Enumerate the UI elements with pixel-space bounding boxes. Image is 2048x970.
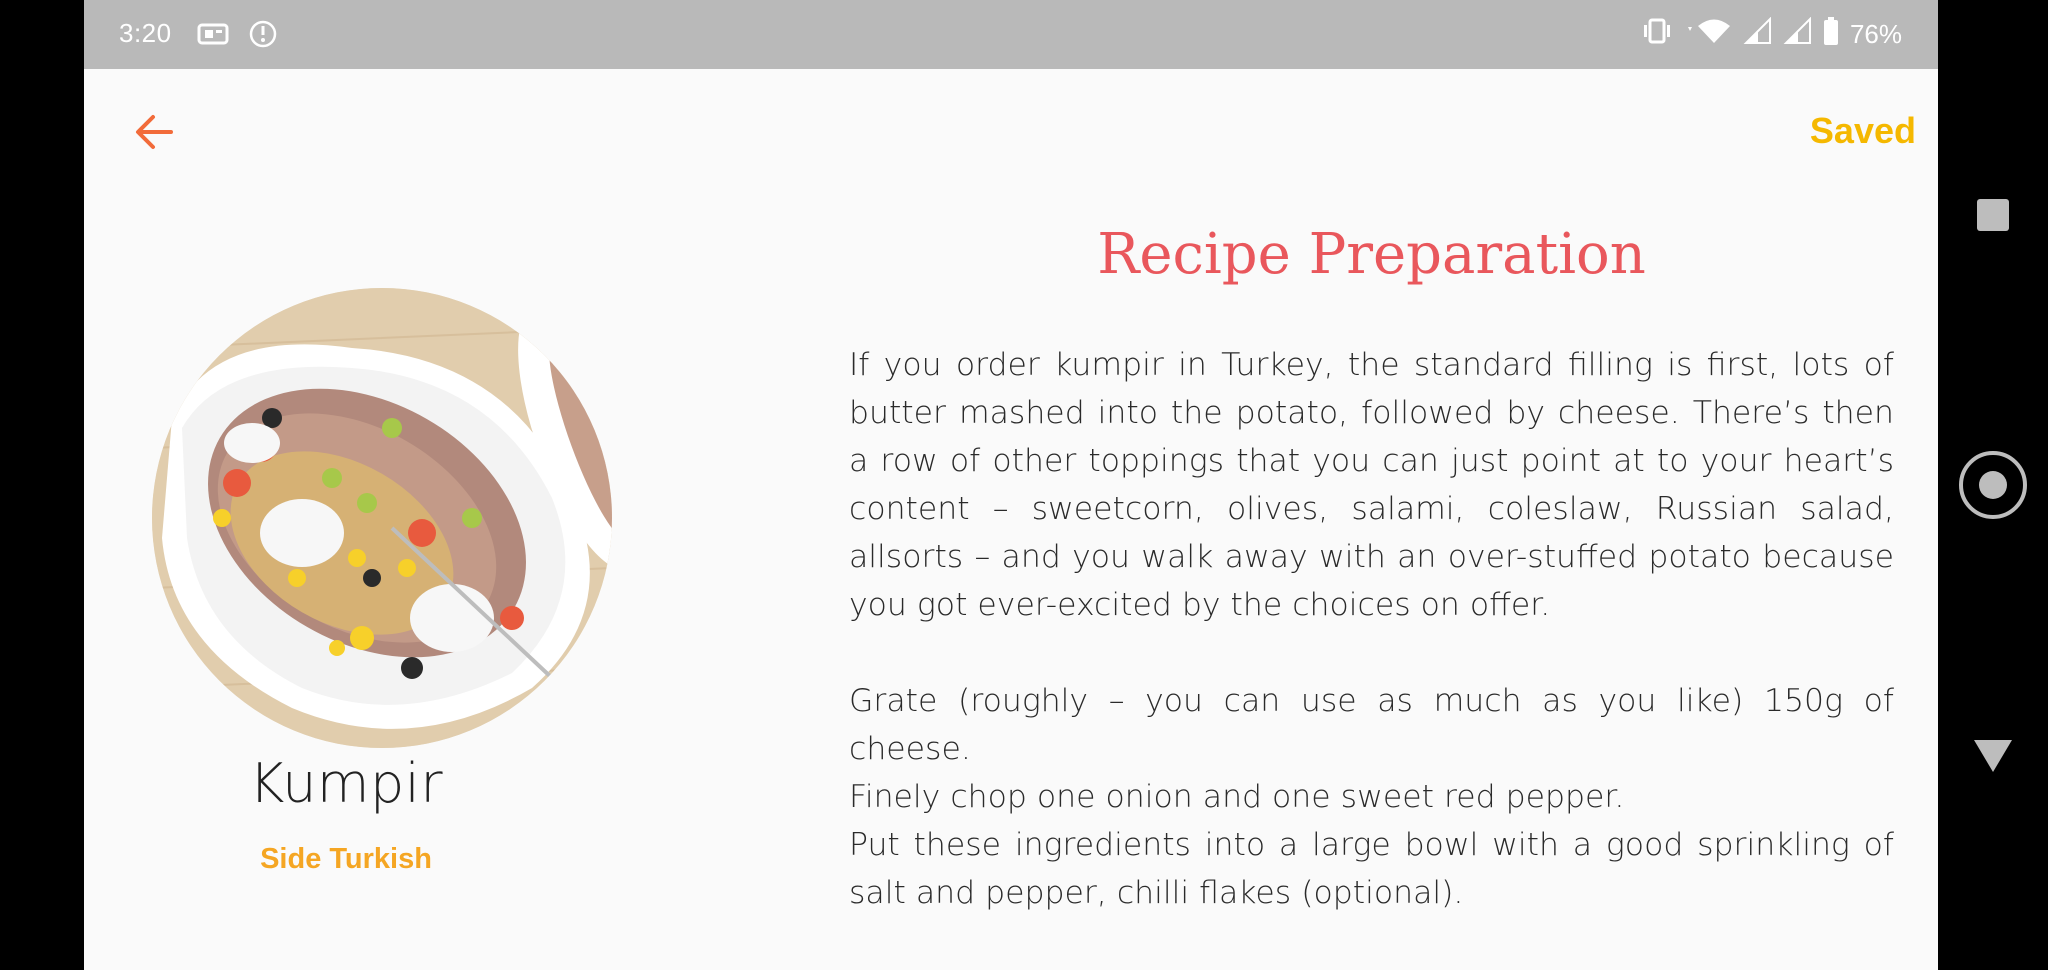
- signal-icon: [1782, 16, 1812, 52]
- recipe-step: Finely chop one onion and one sweet red …: [849, 779, 1625, 815]
- battery-percent: 76%: [1849, 19, 1902, 49]
- home-button[interactable]: [1958, 450, 2028, 525]
- dish-name: Kumpir: [248, 752, 444, 815]
- recipe-step: Put these ingredients into a large bowl …: [849, 827, 1894, 911]
- system-navigation-bar: [1938, 0, 2048, 970]
- status-notification-icons: [196, 19, 278, 54]
- triangle-back-icon: [1972, 740, 2014, 778]
- arrow-left-icon: [133, 113, 175, 156]
- device-bezel-left: [0, 0, 84, 970]
- recipe-title: Recipe Preparation: [1097, 222, 1646, 287]
- status-time: 3:20: [119, 18, 172, 48]
- square-icon: [1976, 199, 2010, 236]
- back-button[interactable]: [124, 110, 184, 158]
- wifi-icon: [1684, 17, 1732, 52]
- app-screen: 3:20 76% Saved Kumpir Side Turkish Recip…: [84, 0, 1938, 970]
- recipe-step: Grate (roughly – you can use as much as …: [849, 683, 1894, 767]
- status-bar: 3:20 76%: [84, 0, 1938, 69]
- saved-button[interactable]: Saved: [1810, 110, 1916, 152]
- recipe-instructions: If you order kumpir in Turkey, the stand…: [849, 341, 1894, 917]
- back-nav-button[interactable]: [1972, 738, 2014, 779]
- dish-tag-cuisine: Turkish: [329, 843, 432, 875]
- home-circle-icon: [1958, 451, 2028, 524]
- battery-icon: [1822, 16, 1840, 53]
- accessibility-notification-icon: [248, 19, 278, 54]
- recent-apps-button[interactable]: [1976, 198, 2010, 237]
- status-system-icons: 76%: [1640, 16, 1902, 53]
- signal-icon: [1742, 16, 1772, 52]
- dish-image: [152, 288, 612, 748]
- dish-tags: Side Turkish: [84, 843, 608, 876]
- recipe-intro-paragraph: If you order kumpir in Turkey, the stand…: [849, 347, 1894, 623]
- dish-tag-category: Side: [260, 843, 322, 875]
- screenshot-notification-icon: [196, 21, 230, 52]
- vibrate-icon: [1640, 17, 1674, 52]
